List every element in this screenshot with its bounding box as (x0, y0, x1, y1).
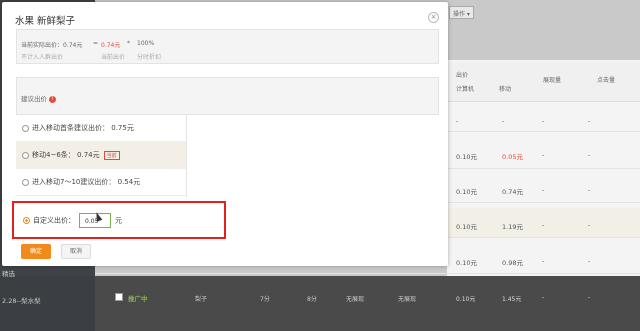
current-badge: 当前 (103, 150, 120, 160)
option-mobile-4-6[interactable]: 移动4~6条： 0.74元 当前 (16, 142, 186, 169)
header-bid: 出价 (456, 72, 469, 79)
quality-score-pc: 7分 (260, 296, 270, 303)
quality-score-mobile: 8分 (307, 296, 317, 303)
divider (186, 115, 187, 197)
keyword-name: 梨子 (195, 296, 208, 303)
formula-actual-bid: 当前实际出价：0.74元 (21, 42, 83, 49)
table-bottom-row (95, 276, 640, 331)
row4-pc-bid: 0.10元 (456, 259, 477, 267)
row0-mobile-bid: - (502, 117, 505, 125)
radio-icon[interactable] (22, 178, 29, 186)
cancel-button[interactable]: 取消 (61, 244, 91, 259)
header-pc: 计算机 (456, 86, 475, 93)
bid-edit-modal: 水果 新鲜梨子 × 当前实际出价：0.74元 = 0.74元 * 100% 不计… (2, 2, 448, 266)
operation-dropdown[interactable]: 操作 ▾ (449, 6, 474, 19)
row2-mobile-bid: 0.74元 (502, 188, 523, 196)
option-mobile-7-10[interactable]: 进入移动7～10建议出价： 0.54元 (16, 169, 186, 196)
row4-mobile-bid: 0.98元 (502, 259, 523, 267)
suggested-bid-header: 建议出价! (16, 77, 439, 115)
row3-pc-bid[interactable]: 0.10元 (456, 221, 477, 231)
row1-mobile-bid: 0.05元 (502, 153, 523, 161)
option-top-mobile[interactable]: 进入移动首条建议出价： 0.75元 (16, 115, 186, 142)
row0-impressions: - (542, 117, 545, 125)
formula-note-bid: 当前出价 (101, 54, 126, 61)
bottom-mobile-bid: 1.45元 (502, 296, 522, 303)
status-label: 推广中 (128, 295, 148, 303)
header-clicks: 点击量 (597, 77, 616, 84)
radio-icon[interactable] (22, 151, 29, 159)
highlight-box (12, 201, 226, 239)
bottom-clicks: - (588, 294, 591, 301)
row3-clicks: - (588, 221, 591, 229)
formula-multiply: * (127, 40, 130, 47)
info-icon[interactable]: ! (49, 95, 56, 103)
row4-impressions: - (542, 257, 545, 265)
row1-pc-bid: 0.10元 (456, 153, 477, 161)
rank-mobile: 无展现 (398, 296, 417, 303)
bottom-impressions: - (542, 294, 545, 301)
header-mobile: 移动 (499, 86, 512, 93)
formula-note-discount: 分时折扣 (137, 54, 162, 61)
row2-pc-bid: 0.10元 (456, 188, 477, 196)
sidebar-item[interactable]: 精选 (2, 268, 15, 278)
rank-pc: 无展现 (346, 296, 365, 303)
suggested-bid-label: 建议出价! (21, 93, 56, 103)
modal-title: 水果 新鲜梨子 (15, 16, 76, 27)
formula-discount: 100% (137, 40, 155, 47)
confirm-button[interactable]: 确定 (21, 244, 51, 259)
row0-pc-bid: - (456, 117, 459, 125)
row-checkbox[interactable] (115, 293, 123, 301)
row2-clicks: - (588, 186, 591, 194)
bid-formula: 当前实际出价：0.74元 = 0.74元 * 100% 不计入人群出价 当前出价… (16, 29, 439, 64)
formula-equals: = (93, 40, 99, 47)
row3-impressions: - (542, 221, 545, 229)
row1-clicks: - (588, 151, 591, 159)
sidebar-item[interactable]: 2.28--梨水梨 (2, 295, 41, 305)
row2-impressions: - (542, 186, 545, 194)
table-header: 出价 计算机 移动 展现量 点击量 (447, 62, 640, 102)
bottom-pc-bid: 0.10元 (456, 296, 476, 303)
row0-clicks: - (588, 117, 591, 125)
row1-impressions: - (542, 151, 545, 159)
row3-mobile-bid[interactable]: 1.19元 (502, 221, 523, 231)
radio-icon[interactable] (22, 124, 29, 132)
close-icon[interactable]: × (428, 12, 439, 23)
header-impressions: 展现量 (543, 77, 562, 84)
formula-current-bid: 0.74元 (101, 42, 121, 49)
row4-clicks: - (588, 257, 591, 265)
formula-note-crowd: 不计入人群出价 (21, 54, 64, 61)
